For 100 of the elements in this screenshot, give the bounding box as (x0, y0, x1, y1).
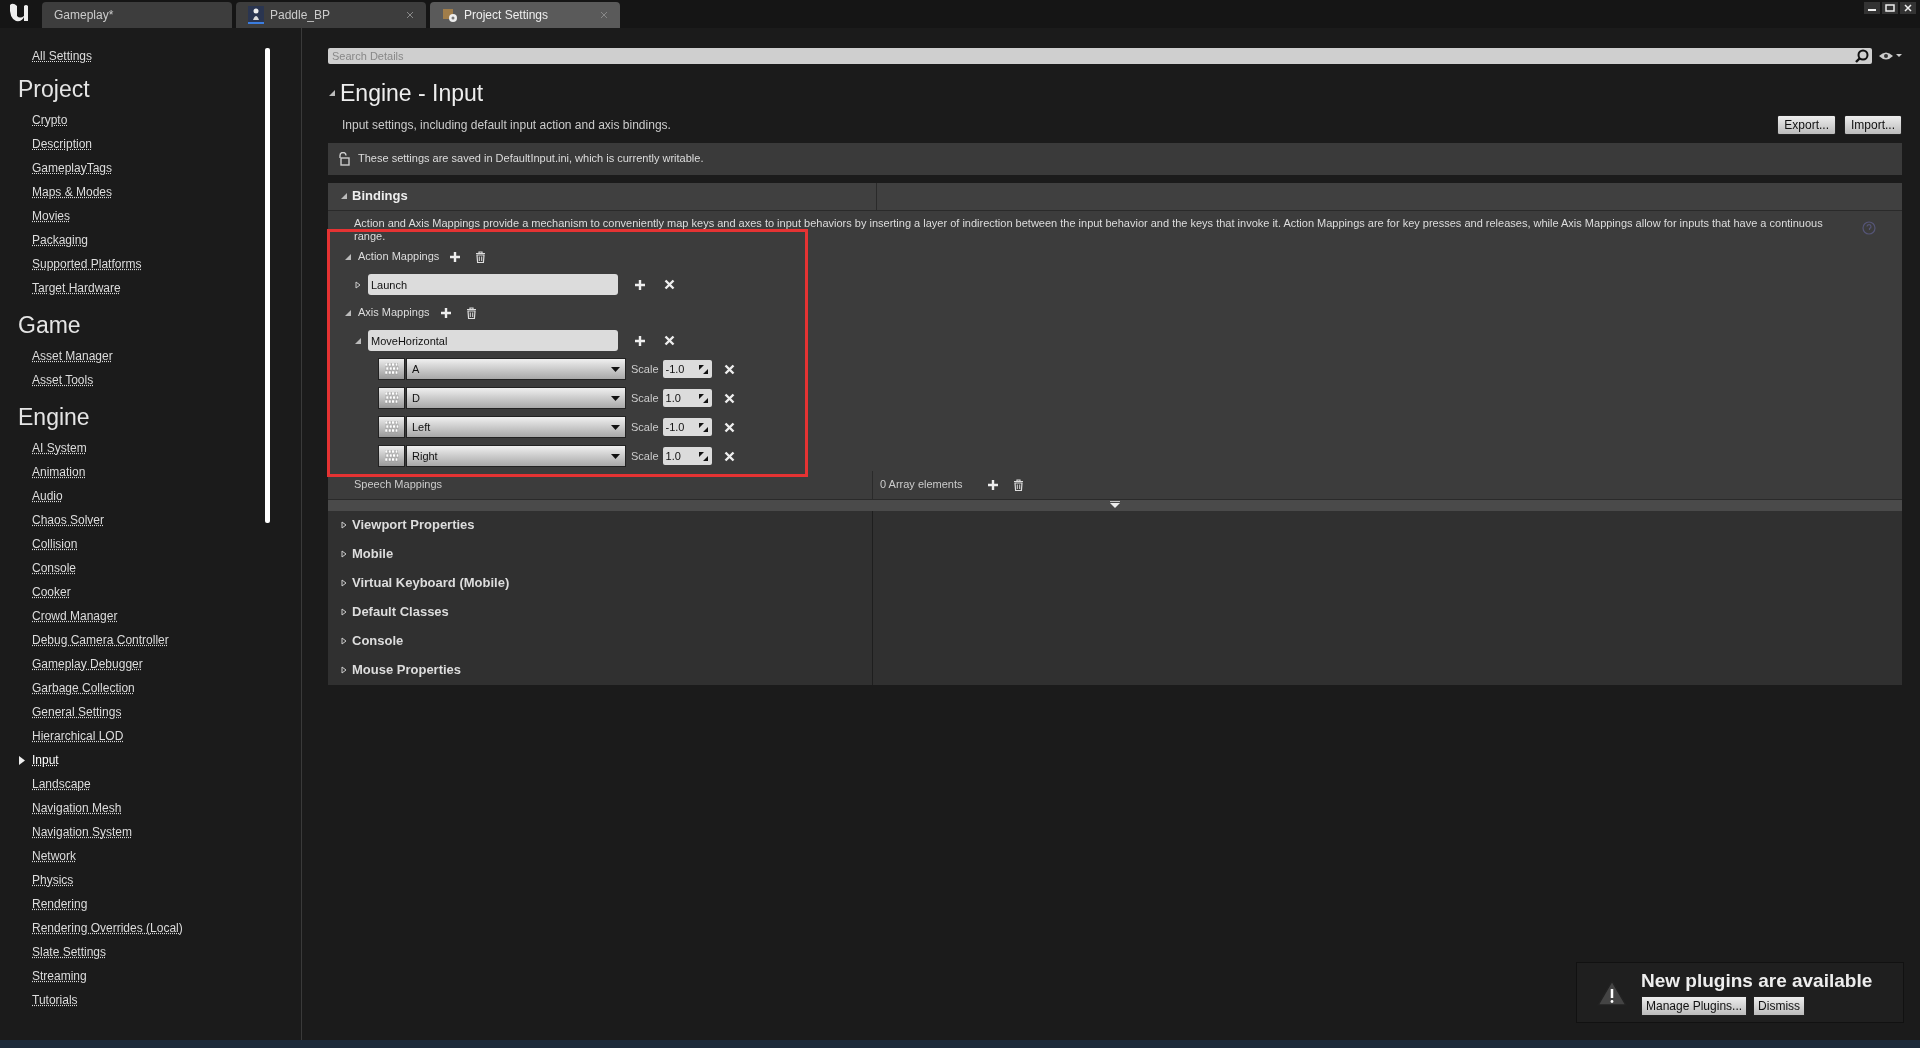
trash-icon[interactable] (465, 306, 477, 319)
mapping-name-field[interactable]: Launch (368, 274, 618, 295)
settings-link[interactable]: Garbage Collection (32, 679, 135, 697)
editor-tab[interactable]: Gameplay* (42, 2, 232, 28)
settings-link[interactable]: Streaming (32, 967, 87, 985)
settings-link[interactable]: Tutorials (32, 991, 78, 1009)
search-icon (1855, 49, 1869, 63)
eye-icon[interactable] (1878, 50, 1902, 62)
settings-link[interactable]: Rendering Overrides (Local) (32, 919, 183, 937)
expand-arrow-icon[interactable] (340, 550, 348, 558)
settings-link[interactable]: Slate Settings (32, 943, 107, 961)
collapse-arrow-icon[interactable] (344, 308, 352, 317)
scrollbar-thumb[interactable] (265, 48, 270, 523)
scale-field[interactable]: -1.0 (662, 418, 712, 436)
scale-field[interactable]: -1.0 (662, 360, 712, 378)
settings-link[interactable]: Collision (32, 535, 78, 553)
settings-link[interactable]: Target Hardware (32, 279, 121, 297)
restore-icon[interactable] (1882, 2, 1898, 14)
key-selector-button[interactable] (378, 416, 405, 438)
editor-tab[interactable]: Paddle_BP (236, 2, 426, 28)
collapse-arrow-icon[interactable] (354, 336, 362, 345)
key-dropdown[interactable]: A (406, 358, 626, 380)
category-header[interactable]: Viewport Properties (328, 510, 1902, 540)
add-icon[interactable] (449, 250, 462, 263)
settings-link[interactable]: Crowd Manager (32, 607, 118, 625)
category-header[interactable]: Mouse Properties (328, 655, 1902, 685)
collapse-arrow-icon[interactable] (340, 192, 348, 200)
collapse-arrow-icon[interactable] (344, 252, 352, 261)
settings-link[interactable]: Maps & Modes (32, 183, 113, 201)
settings-link[interactable]: Cooker (32, 583, 71, 601)
settings-link[interactable]: Physics (32, 871, 74, 889)
trash-icon[interactable] (1012, 478, 1024, 491)
key-dropdown[interactable]: D (406, 387, 626, 409)
scale-field[interactable]: 1.0 (662, 447, 712, 465)
settings-link[interactable]: Packaging (32, 231, 89, 249)
settings-link[interactable]: Rendering (32, 895, 88, 913)
category-header[interactable]: Bindings (328, 182, 1902, 211)
add-icon[interactable] (439, 306, 452, 319)
add-icon[interactable] (634, 278, 646, 291)
key-selector-button[interactable] (378, 445, 405, 467)
expand-arrow-icon[interactable] (340, 579, 348, 587)
settings-link[interactable]: Input (32, 751, 59, 769)
key-dropdown[interactable]: Left (406, 416, 626, 438)
section-heading: Project (17, 75, 91, 104)
dropdown-arrow-icon (611, 366, 620, 372)
all-settings-link[interactable]: All Settings (32, 48, 301, 64)
expand-arrow-icon[interactable] (340, 666, 348, 674)
settings-link[interactable]: Crypto (32, 111, 68, 129)
settings-link[interactable]: General Settings (32, 703, 122, 721)
scale-label: Scale (631, 419, 659, 435)
advanced-toggle-bar[interactable] (328, 498, 1902, 511)
key-selector-button[interactable] (378, 387, 405, 409)
collapse-arrow-icon[interactable] (328, 89, 336, 98)
header-button[interactable]: Import... (1844, 114, 1902, 135)
key-selector-button[interactable] (378, 358, 405, 380)
resize-icon (698, 393, 708, 403)
category-header[interactable]: Console (328, 626, 1902, 656)
expand-arrow-icon[interactable] (354, 280, 362, 289)
minimize-icon[interactable] (1864, 2, 1880, 14)
settings-link[interactable]: Animation (32, 463, 86, 481)
category-header[interactable]: Default Classes (328, 597, 1902, 627)
search-field[interactable]: Search Details (328, 48, 1872, 64)
key-dropdown[interactable]: Right (406, 445, 626, 467)
settings-link[interactable]: Landscape (32, 775, 91, 793)
category-header[interactable]: Virtual Keyboard (Mobile) (328, 568, 1902, 598)
editor-tab[interactable]: Project Settings (430, 2, 620, 28)
settings-link[interactable]: Audio (32, 487, 63, 505)
settings-link[interactable]: GameplayTags (32, 159, 113, 177)
settings-link[interactable]: Hierarchical LOD (32, 727, 124, 745)
trash-icon[interactable] (475, 250, 487, 263)
settings-link[interactable]: Description (32, 135, 93, 153)
category-header[interactable]: Mobile (328, 539, 1902, 569)
header-button[interactable]: Export... (1777, 114, 1836, 135)
expand-arrow-icon[interactable] (340, 608, 348, 616)
settings-link[interactable]: Supported Platforms (32, 255, 142, 273)
settings-link[interactable]: Debug Camera Controller (32, 631, 169, 649)
expand-arrow-icon[interactable] (340, 637, 348, 645)
settings-link[interactable]: Navigation System (32, 823, 133, 841)
settings-link[interactable]: Network (32, 847, 76, 865)
close-icon[interactable] (1900, 2, 1916, 14)
add-icon[interactable] (634, 334, 646, 347)
settings-link[interactable]: AI System (32, 439, 87, 457)
pawn-icon (248, 6, 264, 24)
settings-link[interactable]: Chaos Solver (32, 511, 105, 529)
scale-field[interactable]: 1.0 (662, 389, 712, 407)
bindings-description: Action and Axis Mappings provide a mechanism to conveniently map keys and axes to input behaviors by inserting a layer of indirection between the input behavior and the keys that invoke it. Action Mappings are for key presses and releases, while Axis Mappings allow for inputs that have a continuous range. (354, 216, 1824, 243)
expand-arrow-icon (1110, 501, 1120, 509)
mapping-name-field[interactable]: MoveHorizontal (368, 330, 618, 351)
settings-link[interactable]: Console (32, 559, 77, 577)
settings-link[interactable]: Gameplay Debugger (32, 655, 143, 673)
keyboard-icon (384, 363, 399, 375)
settings-link[interactable]: Movies (32, 207, 70, 225)
notification-button[interactable]: Manage Plugins... (1641, 995, 1748, 1016)
settings-link[interactable]: Asset Manager (32, 347, 113, 365)
notification-button[interactable]: Dismiss (1753, 995, 1806, 1016)
settings-link[interactable]: Navigation Mesh (32, 799, 122, 817)
section-heading: Game (17, 311, 82, 340)
add-icon[interactable] (986, 478, 999, 491)
settings-link[interactable]: Asset Tools (32, 371, 94, 389)
expand-arrow-icon[interactable] (340, 521, 348, 529)
